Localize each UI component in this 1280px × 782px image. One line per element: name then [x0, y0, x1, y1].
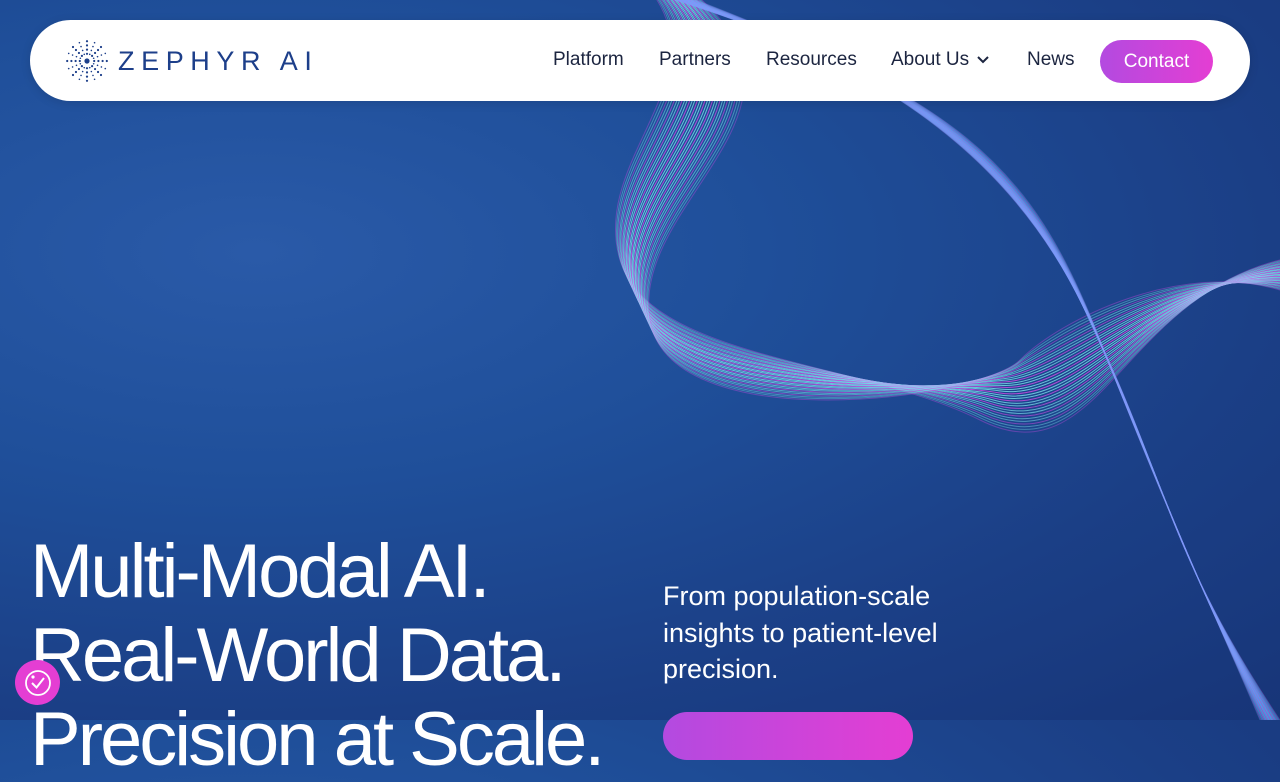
hero-headline: Multi-Modal AI. Real-World Data. Precisi… [30, 529, 605, 782]
starburst-logo-icon [66, 40, 108, 82]
headline-line-2: Real-World Data. [30, 613, 566, 698]
nav-about-us[interactable]: About Us [891, 48, 989, 72]
headline-line-1: Multi-Modal AI. [30, 529, 491, 614]
hero-subheading: From population-scale insights to patien… [663, 581, 938, 684]
logo-wordmark: ZEPHYR AI [118, 45, 319, 76]
accessibility-button[interactable] [15, 660, 60, 705]
nav-about-us-label: About Us [891, 49, 970, 70]
logo[interactable]: ZEPHYR AI [66, 40, 318, 82]
accessibility-icon [24, 669, 51, 696]
headline-line-3: Precision at Scale. [30, 697, 605, 782]
nav-resources[interactable]: Resources [766, 48, 857, 72]
nav-news[interactable]: News [1027, 48, 1075, 72]
nav-platform[interactable]: Platform [553, 48, 624, 72]
navigation-bar: ZEPHYR AI Platform Partners Resources Ab… [30, 20, 1250, 101]
chevron-down-icon [977, 56, 989, 64]
contact-button[interactable]: Contact [1100, 40, 1213, 83]
hero-cta-button[interactable] [663, 712, 913, 760]
nav-partners[interactable]: Partners [659, 48, 731, 72]
